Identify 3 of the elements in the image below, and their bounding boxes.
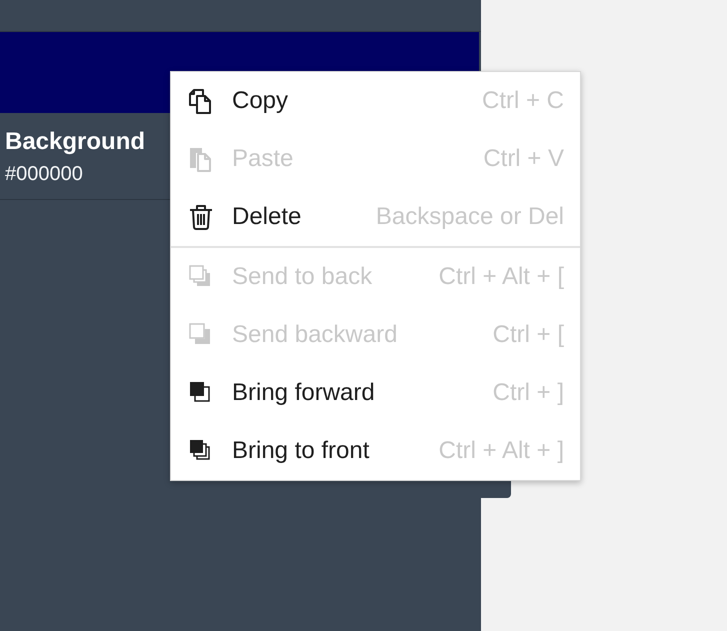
- layer-name: Background: [5, 128, 146, 156]
- color-code-text: #000000: [5, 162, 84, 186]
- trash-icon: [187, 203, 215, 231]
